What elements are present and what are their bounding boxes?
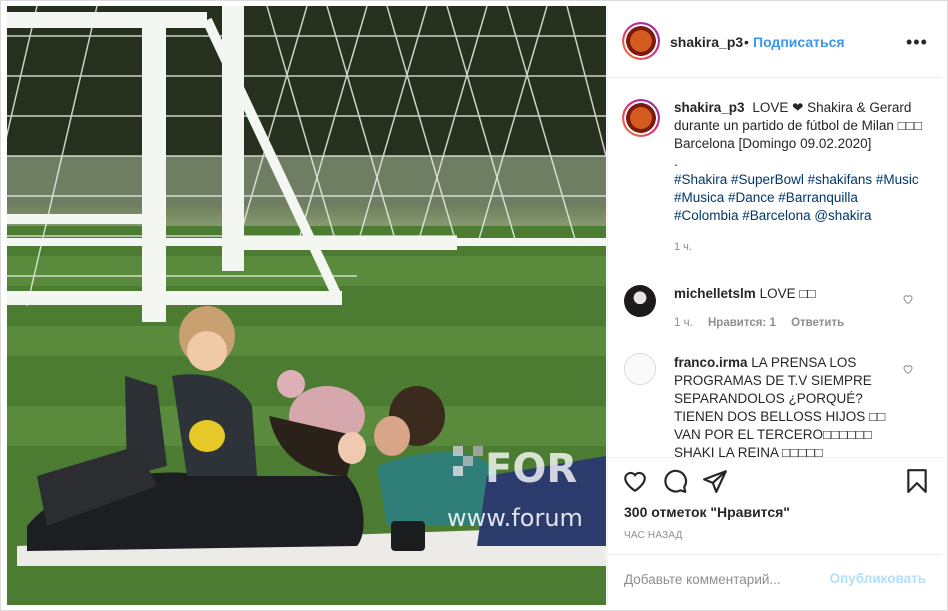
author-avatar[interactable]: [622, 22, 660, 60]
post-sidebar: shakira_p3 • Подписаться ••• shakira_p3 …: [607, 6, 942, 605]
photo-illustration: FOR www.forum: [7, 6, 606, 605]
post-timestamp[interactable]: ЧАС НАЗАД: [624, 530, 683, 541]
caption-avatar[interactable]: [622, 99, 660, 137]
share-icon[interactable]: [702, 468, 728, 494]
bookmark-icon[interactable]: [904, 468, 930, 494]
comment-likes[interactable]: Нравится: 1: [708, 317, 776, 329]
follow-button[interactable]: Подписаться: [753, 34, 845, 50]
likes-count[interactable]: 300 отметок "Нравится": [624, 504, 790, 520]
comment-text: LOVE □□: [759, 286, 816, 301]
caption-dot: .: [674, 154, 678, 169]
comment-time[interactable]: 1 ч.: [674, 317, 693, 329]
caption-username[interactable]: shakira_p3: [674, 100, 745, 115]
comment-avatar[interactable]: [624, 285, 656, 317]
comment-heart-icon[interactable]: [902, 363, 914, 375]
caption-timestamp[interactable]: 1 ч.: [674, 241, 692, 253]
more-icon[interactable]: •••: [906, 32, 927, 52]
author-username[interactable]: shakira_p3: [670, 34, 743, 50]
comment-composer: Опубликовать: [608, 554, 942, 605]
comment-username[interactable]: michelletslm: [674, 286, 756, 301]
comment-heart-icon[interactable]: [902, 293, 914, 305]
heart-icon[interactable]: [622, 468, 648, 494]
caption-text: shakira_p3 LOVE ❤ Shakira & Gerard duran…: [674, 99, 924, 225]
photo-watermark: FOR: [485, 446, 577, 492]
caption-hashtags[interactable]: #Shakira #SuperBowl #shakifans #Music #M…: [674, 172, 919, 223]
comment-icon[interactable]: [662, 468, 688, 494]
comments-list[interactable]: shakira_p3 LOVE ❤ Shakira & Gerard duran…: [608, 79, 942, 457]
publish-button[interactable]: Опубликовать: [830, 571, 926, 586]
comment-avatar[interactable]: [624, 353, 656, 385]
post-photo[interactable]: FOR www.forum: [7, 6, 606, 605]
post-actions: 300 отметок "Нравится" ЧАС НАЗАД: [608, 457, 942, 555]
photo-watermark-url: www.forum: [447, 504, 583, 532]
comment-text: LA PRENSA LOS PROGRAMAS DE T.V SIEMPRE S…: [674, 355, 886, 457]
comment-item: michelletslm LOVE □□: [674, 285, 896, 303]
comment-reply-button[interactable]: Ответить: [791, 317, 844, 329]
post-header: shakira_p3 • Подписаться •••: [608, 6, 942, 78]
comment-item: franco.irma LA PRENSA LOS PROGRAMAS DE T…: [674, 354, 896, 457]
comment-input[interactable]: [624, 569, 824, 589]
header-separator: •: [744, 34, 749, 50]
comment-meta: 1 ч. Нравится: 1 Ответить: [674, 317, 856, 329]
comment-username[interactable]: franco.irma: [674, 355, 748, 370]
